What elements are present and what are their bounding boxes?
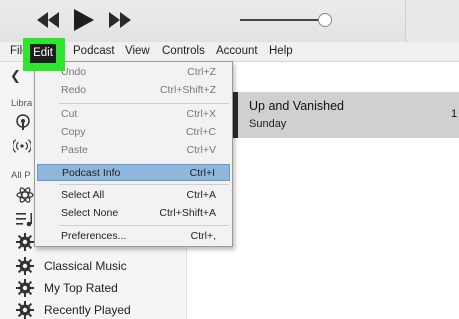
menu-divider <box>59 184 229 185</box>
menu-item-label: Paste <box>61 144 88 156</box>
menu-item-shortcut: Ctrl+A <box>186 189 216 201</box>
gear-icon[interactable] <box>16 257 34 275</box>
menu-item-redo[interactable]: Redo Ctrl+Shift+Z <box>35 82 232 99</box>
menu-item-copy[interactable]: Copy Ctrl+C <box>35 124 232 141</box>
gear-icon[interactable] <box>16 233 34 251</box>
menu-item-preferences[interactable]: Preferences... Ctrl+, <box>35 228 232 245</box>
menu-item-shortcut: Ctrl+Z <box>187 66 216 78</box>
menu-view[interactable]: View <box>125 44 150 59</box>
menu-controls[interactable]: Controls <box>162 44 205 59</box>
menu-item-select-all[interactable]: Select All Ctrl+A <box>35 187 232 204</box>
episode-subtitle: Sunday <box>249 118 287 130</box>
menu-item-label: Copy <box>61 126 86 138</box>
menu-divider <box>59 225 229 226</box>
broadcast-icon[interactable] <box>13 137 31 155</box>
gear-icon[interactable] <box>16 301 34 319</box>
menu-item-shortcut: Ctrl+C <box>185 126 216 138</box>
menu-account[interactable]: Account <box>216 44 258 59</box>
menu-help[interactable]: Help <box>269 44 293 59</box>
now-playing-display <box>405 0 459 43</box>
menu-podcast[interactable]: Podcast <box>73 44 115 59</box>
menu-item-shortcut: Ctrl+V <box>186 144 216 156</box>
menu-item-label: Select All <box>61 189 105 201</box>
menu-item-label: Cut <box>61 108 78 120</box>
episode-count: 1 <box>451 108 458 120</box>
atom-icon[interactable] <box>16 186 34 204</box>
play-icon[interactable] <box>74 9 94 31</box>
menu-bar: File Podcast View Controls Account Help <box>0 42 459 62</box>
rewind-icon[interactable] <box>37 12 59 28</box>
fast-forward-icon[interactable] <box>109 12 131 28</box>
menu-divider <box>59 103 229 104</box>
edit-menu-dropdown: Undo Ctrl+Z Redo Ctrl+Shift+Z Cut Ctrl+X… <box>34 61 233 247</box>
sidebar-item-classical-music[interactable]: Classical Music <box>44 259 127 273</box>
volume-slider-thumb[interactable] <box>318 13 332 27</box>
podcast-icon[interactable] <box>14 113 32 131</box>
menu-item-label: Podcast Info <box>62 167 121 179</box>
menu-item-select-none[interactable]: Select None Ctrl+Shift+A <box>35 205 232 222</box>
gear-icon[interactable] <box>16 279 34 297</box>
playlist-icon[interactable] <box>16 210 34 228</box>
volume-slider-track[interactable] <box>240 19 330 21</box>
episode-title: Up and Vanished <box>249 99 344 113</box>
menu-item-label: Preferences... <box>61 230 127 242</box>
menu-item-paste[interactable]: Paste Ctrl+V <box>35 142 232 159</box>
menu-item-podcast-info[interactable]: Podcast Info Ctrl+I <box>37 164 230 181</box>
menu-item-shortcut: Ctrl+Shift+Z <box>159 84 216 96</box>
menu-item-label: Redo <box>61 84 87 96</box>
player-toolbar <box>0 0 459 43</box>
menu-item-shortcut: Ctrl+X <box>186 108 216 120</box>
menu-edit[interactable]: Edit <box>30 44 56 63</box>
menu-item-cut[interactable]: Cut Ctrl+X <box>35 106 232 123</box>
edit-menu-highlight: Edit <box>23 38 65 71</box>
menu-item-label: Select None <box>61 207 119 219</box>
sidebar-item-recently-played[interactable]: Recently Played <box>44 303 131 317</box>
menu-item-shortcut: Ctrl+Shift+A <box>159 207 216 219</box>
playlists-section-label: All P <box>11 170 31 181</box>
sidebar-item-my-top-rated[interactable]: My Top Rated <box>44 281 118 295</box>
library-section-label: Libra <box>11 98 33 109</box>
menu-item-shortcut: Ctrl+, <box>190 230 216 242</box>
menu-item-shortcut: Ctrl+I <box>189 167 215 179</box>
